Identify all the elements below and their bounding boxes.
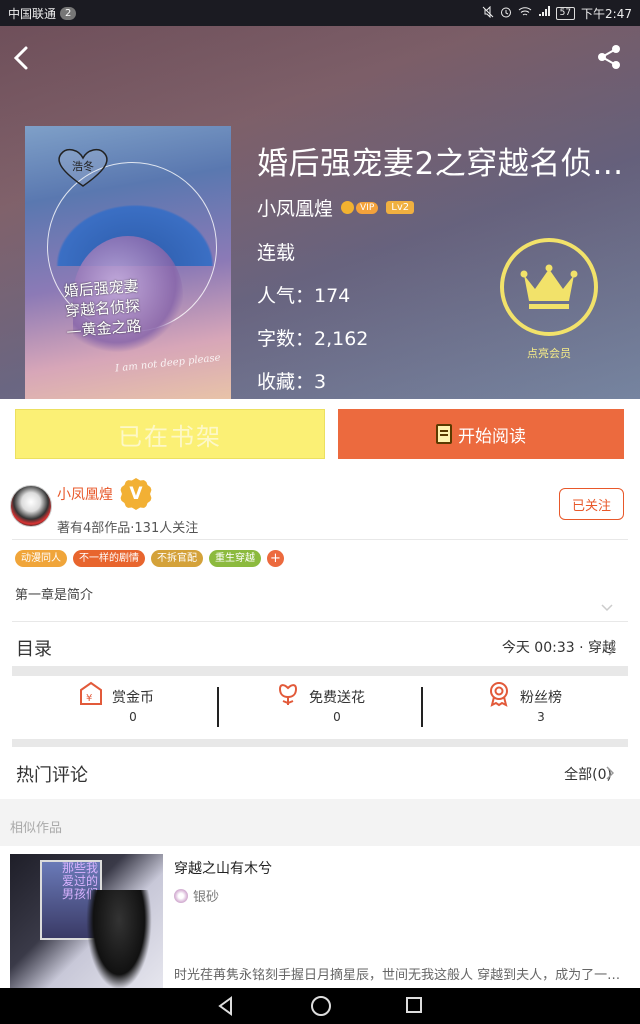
section-separator <box>12 739 628 747</box>
similar-book-author: 银砂 <box>174 886 219 905</box>
catalog-title[interactable]: 目录 <box>16 635 52 661</box>
tip-coins-button[interactable]: ¥ 赏金币 0 <box>78 681 154 724</box>
level-badge: Lv2 <box>386 201 415 214</box>
tag-chip[interactable]: 不拆官配 <box>151 550 203 567</box>
similar-book-cover[interactable]: 那些我爱过的男孩们 <box>10 854 163 988</box>
svg-text:¥: ¥ <box>86 693 92 704</box>
book-cover[interactable]: 浩冬 婚后强宠妻 穿越名侦探 —黄金之路 I am not deep pleas… <box>25 126 231 399</box>
share-icon <box>598 45 620 69</box>
carrier-name: 中国联通 <box>8 6 57 21</box>
favorites: 收藏：3 <box>257 371 327 393</box>
tag-list: 动漫同人 不一样的剧情 不拆官配 重生穿越 + <box>15 550 284 567</box>
member-label[interactable]: 点亮会员 <box>500 345 598 361</box>
hot-comments-section: 热门评论 全部(0) <box>0 747 640 799</box>
book-title: 婚后强宠妻2之穿越名侦探柯南 <box>257 146 632 182</box>
battery-icon: 57 <box>555 6 576 20</box>
chevron-right-icon[interactable] <box>608 642 616 656</box>
author-section: 小凤凰煌 V 著有4部作品·131人关注 已关注 动漫同人 不一样的剧情 不拆官配重… <box>0 467 640 747</box>
flower-icon <box>278 684 298 705</box>
divider <box>421 687 423 727</box>
alarm-icon <box>500 6 512 21</box>
in-shelf-button[interactable]: 已在书架 <box>15 409 325 459</box>
interaction-stats: ¥ 赏金币 0 免费送花 0 粉丝榜 3 <box>0 681 640 736</box>
divider <box>12 539 628 540</box>
similar-book-title: 穿越之山有木兮 <box>174 861 272 877</box>
wifi-icon <box>518 6 532 20</box>
book-header: 浩冬 婚后强宠妻 穿越名侦探 —黄金之路 I am not deep pleas… <box>0 26 640 399</box>
vip-badge: VIP <box>341 201 379 214</box>
action-bar: 已在书架 开始阅读 <box>0 399 640 467</box>
tag-chip[interactable]: 不一样的剧情 <box>73 550 145 567</box>
book-intro: 第一章是简介 <box>15 588 94 603</box>
status-bar: 中国联通 2 57 下午2:47 <box>0 0 640 26</box>
similar-book-description: 时光荏苒隽永铭刻手握日月摘星辰，世间无我这般人 穿越到夫人，成为了一名... <box>174 968 626 983</box>
word-count: 字数：2,162 <box>257 328 369 350</box>
fan-ranking-button[interactable]: 粉丝榜 3 <box>486 681 562 724</box>
chevron-left-icon <box>13 46 28 70</box>
start-reading-button[interactable]: 开始阅读 <box>338 409 624 459</box>
mute-icon <box>482 5 494 21</box>
nav-recent-icon[interactable] <box>406 997 422 1013</box>
tag-chip[interactable]: 重生穿越 <box>209 550 261 567</box>
flower-count: 0 <box>333 710 341 724</box>
similar-book-item[interactable]: 那些我爱过的男孩们 穿越之山有木兮 银砂 时光荏苒隽永铭刻手握日月摘星辰，世间无… <box>0 846 640 988</box>
nav-back-icon[interactable] <box>216 996 236 1016</box>
crown-icon <box>520 264 578 309</box>
vip-label: VIP <box>356 201 379 214</box>
divider <box>217 687 219 727</box>
serial-status: 连载 <box>257 242 296 264</box>
medal-icon <box>490 682 508 707</box>
cover-heart-text: 浩冬 <box>72 159 94 173</box>
notification-count: 2 <box>60 6 77 20</box>
tag-chip[interactable]: 动漫同人 <box>15 550 67 567</box>
cover-calligraphy: 婚后强宠妻 穿越名侦探 —黄金之路 <box>63 271 217 341</box>
cover-figure <box>86 890 152 988</box>
latest-chapter[interactable]: 今天 00:33 · 穿越 <box>502 637 616 657</box>
following-button[interactable]: 已关注 <box>559 488 624 520</box>
chevron-down-icon[interactable] <box>600 602 614 612</box>
popularity: 人气：174 <box>257 285 351 307</box>
red-envelope-icon: ¥ <box>80 681 102 705</box>
fan-ranking-label: 粉丝榜 <box>520 690 562 706</box>
share-button[interactable] <box>594 42 624 72</box>
avatar[interactable] <box>10 485 52 527</box>
author-profile-name[interactable]: 小凤凰煌 <box>57 484 113 504</box>
clock: 下午2:47 <box>581 6 632 21</box>
author-stats: 著有4部作品·131人关注 <box>57 521 199 536</box>
hot-comments-title: 热门评论 <box>16 765 88 786</box>
author-row: 小凤凰煌 VIP Lv2 <box>257 194 415 221</box>
chevron-right-icon[interactable] <box>606 766 614 780</box>
system-nav-bar <box>0 988 640 1024</box>
author-name[interactable]: 小凤凰煌 <box>257 194 333 221</box>
divider <box>12 621 628 622</box>
section-separator <box>12 666 628 676</box>
send-flower-label: 免费送花 <box>309 690 365 706</box>
book-icon <box>436 424 452 444</box>
nav-home-icon[interactable] <box>311 996 331 1016</box>
tip-coins-count: 0 <box>129 710 137 724</box>
back-button[interactable] <box>8 40 38 76</box>
similar-works-label: 相似作品 <box>10 821 63 836</box>
more-tags-button[interactable]: + <box>267 550 284 567</box>
tip-coins-label: 赏金币 <box>112 690 154 706</box>
fan-count: 3 <box>537 710 545 724</box>
verified-badge: V <box>120 478 152 510</box>
crown-icon <box>341 201 355 214</box>
member-button[interactable] <box>500 238 598 336</box>
status-icons: 57 下午2:47 <box>482 5 632 22</box>
similar-author-name: 银砂 <box>193 890 220 905</box>
signal-icon <box>538 6 550 20</box>
start-reading-label: 开始阅读 <box>458 426 526 447</box>
author-avatar-icon <box>174 888 188 903</box>
carrier-info: 中国联通 2 <box>8 5 77 22</box>
heart-icon: 浩冬 <box>58 148 108 187</box>
send-flower-button[interactable]: 免费送花 0 <box>275 681 365 724</box>
all-comments-link[interactable]: 全部(0) <box>564 764 612 784</box>
